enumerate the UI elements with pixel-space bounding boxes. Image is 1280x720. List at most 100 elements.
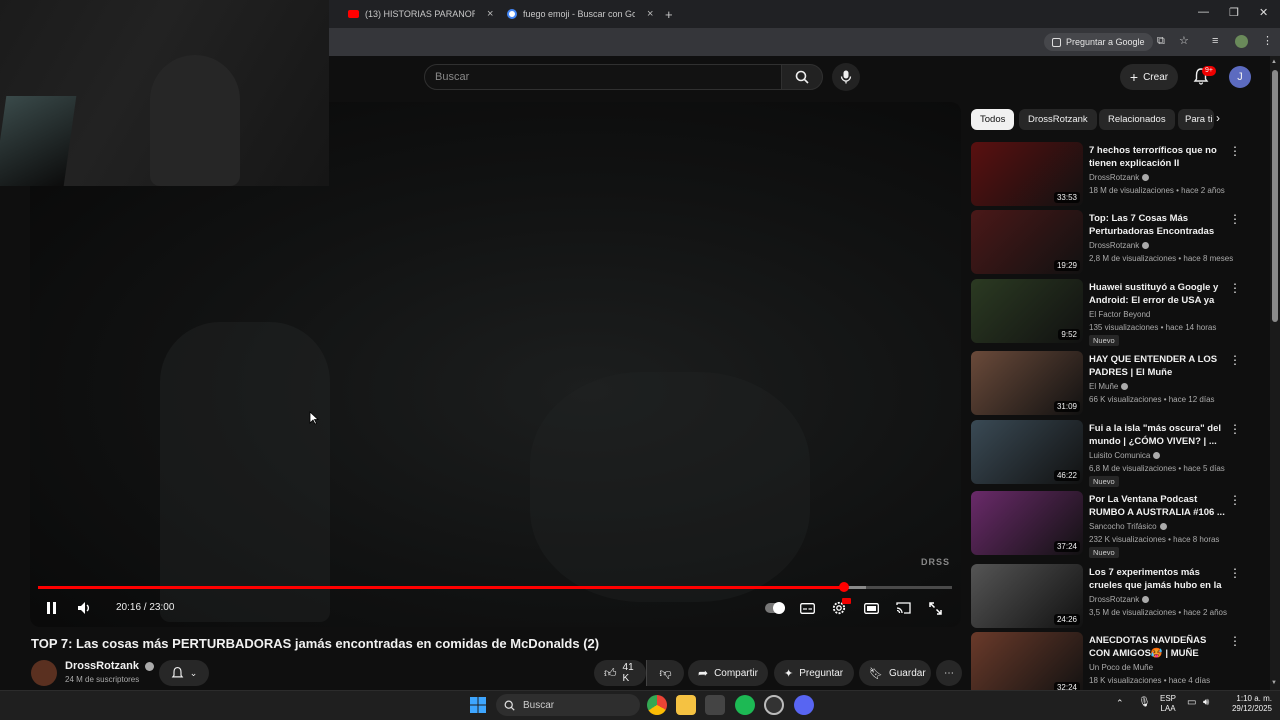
recommendation-title[interactable]: ANECDOTAS NAVIDEÑAS CON AMIGOS🥵 | MUÑE (1089, 634, 1225, 660)
file-explorer-icon[interactable] (676, 695, 696, 715)
bookmark-star-icon[interactable]: ☆ (1179, 34, 1189, 47)
tray-chevron-up-icon[interactable]: ⌃ (1116, 698, 1124, 709)
volume-button[interactable] (75, 599, 95, 617)
chips-next-icon[interactable]: › (1216, 111, 1220, 125)
theater-mode-button[interactable] (861, 599, 881, 617)
recommendation-channel[interactable]: El Muñe (1089, 382, 1129, 391)
recommendation-item[interactable]: 32:24 ANECDOTAS NAVIDEÑAS CON AMIGOS🥵 | M… (971, 632, 1251, 696)
recommendation-channel[interactable]: El Factor Beyond (1089, 310, 1150, 319)
video-thumbnail[interactable]: 37:24 (971, 491, 1083, 555)
video-thumbnail[interactable]: 46:22 (971, 420, 1083, 484)
recommendation-title[interactable]: Top: Las 7 Cosas Más Perturbadoras Encon… (1089, 212, 1225, 238)
network-icon[interactable]: ▭ (1187, 697, 1196, 708)
language-indicator[interactable]: ESP LAA (1160, 694, 1176, 714)
video-thumbnail[interactable]: 32:24 (971, 632, 1083, 696)
new-tab-icon[interactable]: + (665, 3, 673, 25)
recommendation-title[interactable]: 7 hechos terroríficos que no tienen expl… (1089, 144, 1225, 170)
tab-title: (13) HISTORIAS PARANORMALES (365, 9, 475, 19)
chip-all[interactable]: Todos (971, 109, 1015, 130)
more-options-icon[interactable]: ⋮ (1229, 212, 1241, 226)
close-tab-icon[interactable]: × (647, 8, 653, 20)
recommendation-item[interactable]: 37:24 Por La Ventana Podcast RUMBO A AUST… (971, 491, 1251, 558)
pause-button[interactable] (42, 599, 62, 617)
more-options-icon[interactable]: ⋮ (1229, 353, 1241, 367)
obs-icon[interactable] (764, 695, 784, 715)
scrollbar-thumb[interactable] (1272, 70, 1278, 322)
voice-search-button[interactable] (832, 63, 860, 91)
scroll-down-icon[interactable]: ▼ (1271, 680, 1277, 686)
recommendation-item[interactable]: 46:22 Fui a la isla "más oscura" del mund… (971, 420, 1251, 487)
restore-icon[interactable]: ❐ (1229, 6, 1239, 19)
minimize-icon[interactable]: — (1198, 6, 1209, 18)
more-actions-button[interactable]: ⋯ (936, 660, 962, 686)
recommendation-title[interactable]: Huawei sustituyó a Google y Android: El … (1089, 281, 1225, 307)
cast-button[interactable] (893, 599, 913, 617)
more-options-icon[interactable]: ⋮ (1229, 493, 1241, 507)
recommendation-item[interactable]: 19:29 Top: Las 7 Cosas Más Perturbadoras … (971, 210, 1251, 274)
like-button[interactable]: 👍︎ 41 K (594, 660, 646, 686)
video-thumbnail[interactable]: 9:52 (971, 279, 1083, 343)
save-button[interactable]: 🔖︎ Guardar (859, 660, 931, 686)
create-button[interactable]: + Crear (1120, 64, 1178, 90)
profile-icon[interactable] (1235, 35, 1248, 48)
more-options-icon[interactable]: ⋮ (1229, 422, 1241, 436)
video-thumbnail[interactable]: 19:29 (971, 210, 1083, 274)
recommendation-channel[interactable]: Sancocho Trifásico (1089, 522, 1167, 531)
chip-dross[interactable]: DrossRotzank (1019, 109, 1097, 130)
tab-youtube[interactable]: (13) HISTORIAS PARANORMALES × (348, 3, 498, 25)
channel-name[interactable]: DrossRotzank (65, 660, 155, 672)
subscription-notifications-button[interactable]: ⌄ (159, 660, 209, 686)
system-clock[interactable]: 1:10 a. m. 29/12/2025 (1222, 694, 1272, 714)
recommendation-item[interactable]: 24:26 Los 7 experimentos más crueles que … (971, 564, 1251, 628)
volume-icon[interactable]: 🔊︎ (1203, 697, 1209, 708)
recommendation-title[interactable]: Fui a la isla "más oscura" del mundo | ¿… (1089, 422, 1225, 448)
webcam-monitor-shape (0, 96, 77, 186)
more-options-icon[interactable]: ⋮ (1229, 634, 1241, 648)
subtitles-button[interactable] (797, 599, 817, 617)
dislike-button[interactable]: 👎︎ (646, 660, 684, 686)
discord-icon[interactable] (794, 695, 814, 715)
more-options-icon[interactable]: ⋮ (1229, 566, 1241, 580)
taskbar-search[interactable]: Buscar (496, 694, 640, 716)
install-icon[interactable]: ⧉ (1157, 35, 1165, 48)
snipping-tool-icon[interactable] (705, 695, 725, 715)
windows-start-icon[interactable] (468, 695, 488, 715)
tab-google-search[interactable]: fuego emoji - Buscar con Google × (507, 3, 657, 25)
spotify-icon[interactable] (735, 695, 755, 715)
verified-icon (1121, 383, 1129, 391)
channel-avatar[interactable] (31, 660, 57, 686)
recommendation-item[interactable]: 33:53 7 hechos terroríficos que no tienen… (971, 142, 1251, 206)
video-thumbnail[interactable]: 31:09 (971, 351, 1083, 415)
video-thumbnail[interactable]: 33:53 (971, 142, 1083, 206)
chip-related[interactable]: Relacionados (1099, 109, 1175, 130)
share-button[interactable]: ➦ Compartir (688, 660, 768, 686)
search-input[interactable]: Buscar (424, 64, 782, 90)
media-control-icon[interactable]: ≡ (1212, 35, 1218, 47)
recommendation-title[interactable]: Los 7 experimentos más crueles que jamás… (1089, 566, 1225, 592)
recommendation-title[interactable]: Por La Ventana Podcast RUMBO A AUSTRALIA… (1089, 493, 1225, 519)
recommendation-item[interactable]: 31:09 HAY QUE ENTENDER A LOS PADRES | El … (971, 351, 1251, 415)
ask-google-button[interactable]: Preguntar a Google (1044, 33, 1153, 51)
close-tab-icon[interactable]: × (487, 8, 493, 20)
ask-button[interactable]: ✦ Preguntar (774, 660, 854, 686)
scroll-up-icon[interactable]: ▲ (1271, 59, 1277, 65)
recommendation-item[interactable]: 9:52 Huawei sustituyó a Google y Android:… (971, 279, 1251, 346)
browser-menu-icon[interactable]: ⋮ (1262, 34, 1273, 47)
recommendation-channel[interactable]: DrossRotzank (1089, 173, 1150, 182)
more-options-icon[interactable]: ⋮ (1229, 144, 1241, 158)
search-button[interactable] (781, 64, 823, 90)
recommendation-channel[interactable]: DrossRotzank (1089, 241, 1150, 250)
account-avatar[interactable]: J (1229, 66, 1251, 88)
more-options-icon[interactable]: ⋮ (1229, 281, 1241, 295)
recommendation-title[interactable]: HAY QUE ENTENDER A LOS PADRES | El Muñe (1089, 353, 1225, 379)
chrome-icon[interactable] (647, 695, 667, 715)
fullscreen-button[interactable] (925, 599, 945, 617)
video-thumbnail[interactable]: 24:26 (971, 564, 1083, 628)
close-window-icon[interactable]: ✕ (1259, 6, 1268, 19)
recommendation-channel[interactable]: Luisito Comunica (1089, 451, 1161, 460)
autoplay-toggle[interactable] (764, 599, 786, 617)
chip-for-you[interactable]: Para ti (1178, 109, 1214, 130)
recommendation-channel[interactable]: Un Poco de Muñe (1089, 663, 1153, 672)
tray-microphone-icon[interactable]: 🎙︎ (1138, 697, 1151, 708)
recommendation-channel[interactable]: DrossRotzank (1089, 595, 1150, 604)
